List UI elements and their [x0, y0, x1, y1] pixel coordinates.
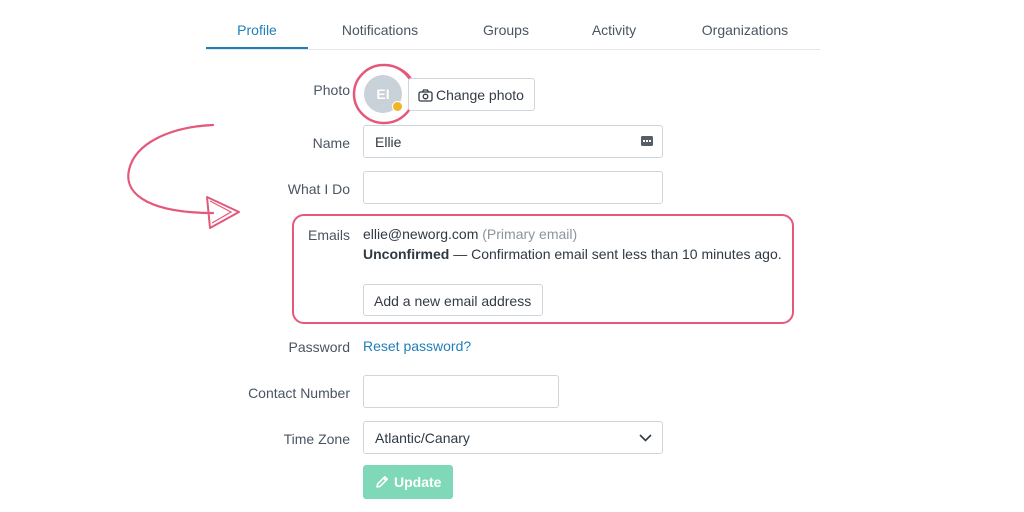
primary-email-note: (Primary email): [482, 226, 578, 242]
avatar-initials: EI: [376, 86, 390, 102]
warning-dot-icon: [392, 101, 403, 112]
pencil-icon: [376, 476, 388, 488]
email-status-detail: — Confirmation email sent less than 10 m…: [449, 246, 782, 262]
time-zone-select[interactable]: Atlantic/Canary: [363, 421, 663, 454]
email-address: ellie@neworg.com: [363, 226, 479, 242]
email-status: Unconfirmed: [363, 246, 450, 262]
contact-card-icon: [641, 136, 653, 146]
email-entry: ellie@neworg.com (Primary email): [363, 226, 577, 242]
tab-groups[interactable]: Groups: [464, 12, 548, 48]
contact-number-field[interactable]: [363, 375, 559, 408]
add-email-button[interactable]: Add a new email address: [363, 284, 543, 316]
time-zone-label: Time Zone: [283, 431, 350, 447]
annotation-arrow: [127, 123, 240, 229]
name-value: Ellie: [375, 134, 402, 150]
name-field[interactable]: Ellie: [363, 125, 663, 158]
chevron-down-icon: [639, 434, 652, 442]
name-label: Name: [312, 135, 350, 151]
emails-label: Emails: [307, 227, 350, 243]
password-label: Password: [288, 339, 350, 355]
profile-tabs: Profile Notifications Groups Activity Or…: [206, 12, 820, 50]
change-photo-label: Change photo: [436, 87, 524, 103]
update-button[interactable]: Update: [363, 465, 453, 499]
camera-icon: [418, 89, 433, 102]
reset-password-link[interactable]: Reset password?: [363, 338, 471, 354]
change-photo-button[interactable]: Change photo: [408, 78, 535, 111]
photo-label: Photo: [313, 82, 350, 98]
tab-organizations[interactable]: Organizations: [686, 12, 804, 48]
what-i-do-label: What I Do: [287, 181, 350, 197]
contact-number-label: Contact Number: [248, 385, 350, 401]
tab-profile[interactable]: Profile: [206, 12, 308, 49]
tab-activity[interactable]: Activity: [574, 12, 654, 48]
time-zone-value: Atlantic/Canary: [375, 430, 470, 446]
tab-notifications[interactable]: Notifications: [326, 12, 434, 48]
add-email-label: Add a new email address: [374, 293, 532, 309]
email-status-line: Unconfirmed — Confirmation email sent le…: [363, 246, 782, 262]
what-i-do-field[interactable]: [363, 171, 663, 204]
update-label: Update: [394, 474, 442, 490]
